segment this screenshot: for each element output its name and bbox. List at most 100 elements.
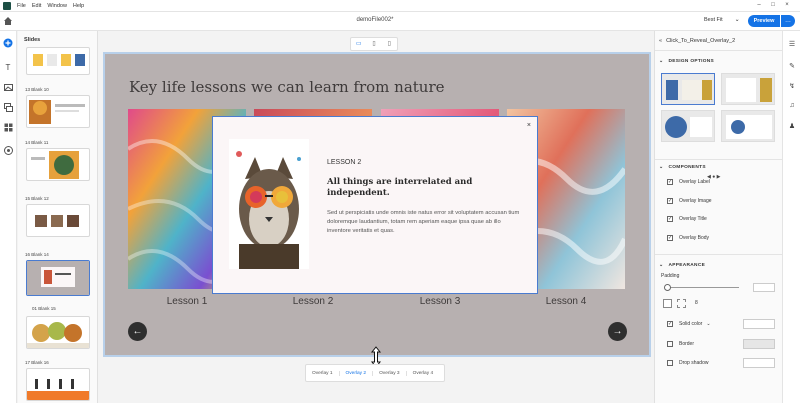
menu-file[interactable]: File [17,3,26,9]
quiz-icon[interactable] [3,145,13,155]
slide-thumbnail[interactable] [26,368,90,401]
lesson-1-label: Lesson 1 [166,296,208,307]
appearance-title: APPEARANCE [668,262,706,268]
design-options-header[interactable]: ⌄ DESIGN OPTIONS [659,58,714,64]
close-window-icon[interactable]: × [780,2,794,8]
audio-icon[interactable]: ♫ [787,102,797,112]
interactions-icon[interactable] [3,102,13,112]
chevron-down-icon[interactable]: ⌄ [706,321,710,327]
border-color-swatch[interactable] [743,339,775,349]
slide-label: 01 Blank 15 [32,306,56,311]
drop-shadow-row[interactable]: Drop shadow [667,360,708,366]
overlay-close-icon[interactable]: × [527,122,531,129]
slide-label: 13 Blank 10 [25,87,49,92]
accessibility-icon[interactable]: ✎ [787,62,797,72]
slide-label: 14 Blank 11 [25,140,49,145]
tablet-view-icon[interactable]: ▯ [369,40,379,48]
slide-thumbnail[interactable] [26,95,90,128]
component-toggle-overlay-image[interactable]: ✓ Overlay Image [667,198,712,204]
slide-thumbnail-selected[interactable] [26,260,90,296]
overlay-tabs: Overlay 1 Overlay 2 Overlay 3 Overlay 4 [305,364,445,382]
uniform-padding-icon[interactable] [663,299,672,308]
checkbox-checked[interactable]: ✓ [667,216,673,222]
padding-slider-thumb[interactable] [664,284,671,291]
padding-value-field[interactable] [753,283,775,292]
preview-button[interactable]: Preview [748,15,780,27]
overlay-title[interactable]: All things are interrelated and independ… [327,177,517,199]
person-icon[interactable]: ♟ [787,122,797,132]
components-header[interactable]: ⌄ COMPONENTS [659,164,706,170]
slide-thumbnail[interactable] [26,47,90,75]
checkbox-unchecked[interactable] [667,360,673,366]
component-label: Overlay Label [679,179,710,185]
tab-overlay-1[interactable]: Overlay 1 [306,370,340,376]
device-view-toggle: ▭ ▯ ▯ [350,37,398,51]
maximize-icon[interactable]: □ [766,2,780,8]
chevron-down-icon: ⌄ [659,262,664,268]
slides-panel: Slides 13 Blank 10 14 Blank 11 15 Blank … [18,31,98,403]
previous-arrow-button[interactable]: ← [128,322,147,341]
checkbox-unchecked[interactable] [667,341,673,347]
slide-thumbnail[interactable] [26,148,90,181]
solid-color-swatch[interactable] [743,319,775,329]
slide-label: 17 Blank 16 [25,360,49,365]
tab-overlay-4[interactable]: Overlay 4 [407,371,440,376]
slide-thumbnail[interactable] [26,204,90,237]
component-toggle-overlay-label[interactable]: ✓ Overlay Label [667,179,710,185]
design-option-2[interactable] [721,73,775,105]
design-option-4[interactable] [721,110,775,142]
appearance-header[interactable]: ⌄ APPEARANCE [659,262,705,268]
reveal-overlay[interactable]: × LESSON 2 All things are interrelated a… [212,116,538,294]
text-icon[interactable]: T [3,62,13,72]
tab-overlay-3[interactable]: Overlay 3 [373,370,407,376]
slide-title[interactable]: Key life lessons we can learn from natur… [129,78,445,96]
border-row[interactable]: Border [667,341,694,347]
animation-icon[interactable]: ↯ [787,82,797,92]
overlay-image-cat[interactable] [229,139,309,269]
mobile-view-icon[interactable]: ▯ [384,40,394,48]
overlay-body[interactable]: Sed ut perspiciatis unde omnis iste natu… [327,209,523,236]
chevron-down-icon: ⌄ [734,17,740,23]
checkbox-checked[interactable]: ✓ [667,179,673,185]
component-label: Overlay Body [679,235,710,241]
zoom-fit-label: Best Fit [704,16,723,23]
properties-icon[interactable]: ☰ [787,40,797,50]
drop-shadow-swatch[interactable] [743,358,775,368]
chevron-down-icon: ⌄ [659,164,664,170]
checkbox-checked[interactable]: ✓ [667,235,673,241]
zoom-fit-dropdown[interactable]: Best Fit ⌄ [704,16,740,24]
right-icon-rail: ☰ ✎ ↯ ♫ ♟ [782,31,800,403]
padding-slider-track[interactable] [667,287,739,288]
individual-padding-icon[interactable] [677,299,686,308]
component-toggle-overlay-title[interactable]: ✓ Overlay Title [667,216,707,222]
design-option-3[interactable] [661,110,715,142]
more-options-button[interactable]: … [781,15,795,27]
add-icon[interactable] [3,38,13,48]
slide-label: 16 Blank 14 [25,252,49,257]
padding-label: Padding [661,273,680,279]
tab-overlay-2[interactable]: Overlay 2 [340,370,374,376]
component-label: Overlay Image [679,198,712,204]
media-icon[interactable] [3,82,13,92]
slide-label: 15 Blank 12 [25,196,49,201]
design-option-1[interactable] [661,73,715,105]
menu-edit[interactable]: Edit [32,3,41,9]
next-arrow-button[interactable]: → [608,322,627,341]
minimize-icon[interactable]: – [752,2,766,8]
component-toggle-overlay-body[interactable]: ✓ Overlay Body [667,235,709,241]
components-title: COMPONENTS [668,164,706,170]
checkbox-checked[interactable]: ✓ [667,198,673,204]
slide-thumbnail[interactable] [26,316,90,349]
checkbox-checked[interactable]: ✓ [667,321,673,327]
slides-panel-title: Slides [24,37,41,43]
lesson-4-label: Lesson 4 [545,296,587,307]
solid-color-row[interactable]: ✓ Solid color ⌄ [667,321,711,327]
menu-window[interactable]: Window [47,3,67,9]
overlay-label[interactable]: LESSON 2 [327,159,361,166]
desktop-view-icon[interactable]: ▭ [354,40,364,48]
menu-help[interactable]: Help [73,3,84,9]
divider [655,254,783,255]
back-chevron-icon[interactable]: « [659,38,662,44]
assets-icon[interactable] [3,122,13,132]
padding-value[interactable]: 8 [695,300,698,306]
